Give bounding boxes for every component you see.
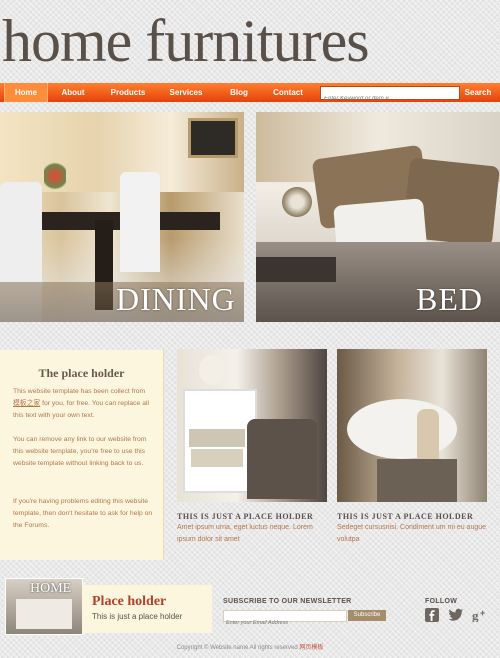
card-2-image[interactable] [337, 349, 487, 502]
search-button[interactable]: Search [462, 83, 494, 102]
subscribe-button[interactable]: Subscribe [348, 610, 386, 621]
thumbnail-label: HOME [30, 581, 72, 596]
footer-box-subtitle: This is just a place holder [92, 612, 183, 621]
wall-picture [188, 118, 238, 158]
storage-box [191, 449, 243, 467]
copyright: Copyright © Website name All rights rese… [0, 642, 500, 651]
email-input[interactable] [224, 618, 346, 628]
teddy-bear [199, 355, 225, 385]
card-1-title[interactable]: THIS IS JUST A PLACE HOLDER [177, 512, 313, 521]
newsletter-title: SUBSCRIBE TO OUR NEWSLETTER [223, 598, 352, 605]
twitter-icon[interactable] [448, 608, 463, 622]
footer-placeholder-box: Place holder This is just a place holder [82, 585, 212, 633]
site-logo[interactable]: home furnitures [2, 8, 370, 74]
google-plus-icon[interactable]: g + [472, 608, 486, 623]
storage-box [189, 429, 245, 447]
footer-box-title: Place holder [92, 594, 167, 609]
footer-thumbnail[interactable]: HOME [5, 578, 83, 635]
dining-label: DINING [116, 281, 236, 317]
card-2-title[interactable]: THIS IS JUST A PLACE HOLDER [337, 512, 473, 521]
card-2-text: Sedeget cursusnisi. Condiment um mi eu a… [337, 524, 487, 543]
flowers [282, 187, 312, 217]
bathtub [347, 399, 457, 459]
dining-image[interactable]: DINING [0, 112, 244, 322]
nav-services[interactable]: Services [164, 83, 208, 102]
main-nav: Home About Products Services Blog Contac… [0, 83, 500, 105]
card-1-text: Amet ipsum urna, eget luctus neque. Lore… [177, 524, 313, 543]
info-title: The place holder [38, 366, 125, 380]
nav-contact[interactable]: Contact [268, 83, 308, 102]
svg-text:+: + [480, 608, 485, 618]
info-paragraph-2: You can remove any link to our website f… [13, 436, 147, 467]
facebook-icon[interactable] [425, 608, 439, 622]
flower-vase [44, 160, 66, 192]
svg-text:g: g [472, 608, 479, 622]
info-paragraph-3: If you're having problems editing this w… [13, 498, 153, 529]
bedside-tray [256, 257, 336, 282]
copyright-link[interactable]: 网页模板 [299, 645, 323, 651]
info-text: This website template has been collect f… [13, 388, 146, 395]
thumb-sofa [16, 599, 72, 629]
nav-blog[interactable]: Blog [222, 83, 256, 102]
newsletter-field [223, 610, 347, 628]
nav-home[interactable]: Home [4, 83, 48, 102]
bath-stool [377, 459, 457, 502]
template-link[interactable]: 模板之家 [13, 400, 40, 407]
search-input[interactable] [321, 93, 459, 105]
search-box [320, 86, 460, 105]
info-panel: The place holder This website template h… [0, 350, 164, 560]
card-1-image[interactable] [177, 349, 327, 502]
bed-image[interactable]: BED [256, 112, 500, 322]
dining-chair [120, 172, 160, 272]
nav-about[interactable]: About [52, 83, 94, 102]
copyright-text: Copyright © Website name All rights rese… [176, 645, 300, 651]
info-paragraph-1: This website template has been collect f… [13, 386, 153, 422]
armchair [247, 419, 317, 499]
nav-products[interactable]: Products [104, 83, 152, 102]
follow-title: FOLLOW [425, 598, 458, 605]
bed-label: BED [416, 281, 483, 317]
